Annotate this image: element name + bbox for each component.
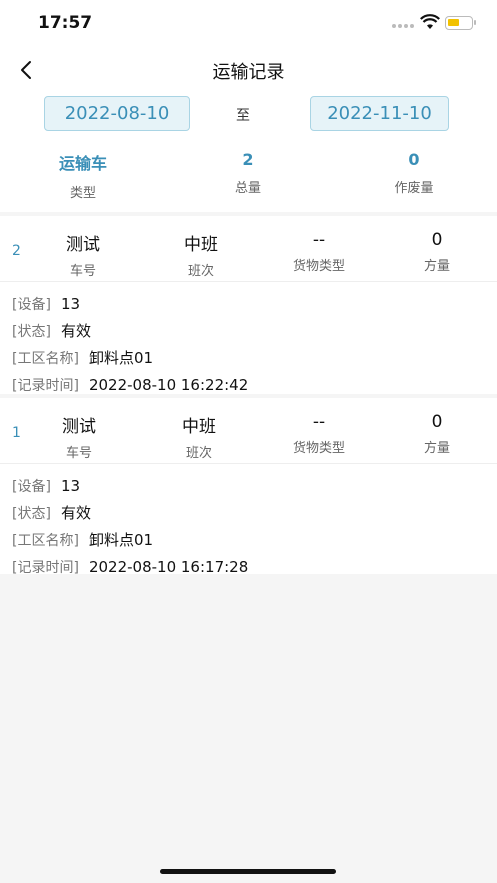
record-cargo-type-label: 货物类型 [292, 259, 345, 274]
detail-status: [状态] 有效 [12, 317, 497, 344]
wifi-icon [420, 14, 440, 29]
detail-record-time-label: [记录时间] [12, 559, 79, 576]
summary-total-value: 2 [242, 150, 254, 169]
detail-device: [设备] 13 [12, 290, 497, 317]
record-cargo-type-value: -- [312, 412, 326, 432]
record-shift-label: 班次 [185, 446, 212, 461]
record-shift-value: 中班 [184, 235, 218, 255]
detail-work-area-value: 卸料点01 [88, 531, 154, 549]
record-vehicle-label: 车号 [65, 446, 92, 461]
cellular-signal-icon [392, 24, 414, 28]
summary-void-label: 作废量 [394, 181, 434, 196]
summary-total: 2 总量 [188, 150, 308, 196]
record-card-details: [设备] 13 [状态] 有效 [工区名称] 卸料点01 [记录时间] 2022… [0, 464, 497, 576]
record-index: 1 [12, 425, 21, 441]
record-cargo-type: -- 货物类型 [264, 412, 374, 456]
detail-status-label: [状态] [12, 323, 51, 340]
summary-void-value: 0 [408, 150, 420, 169]
record-vehicle: 测试 车号 [28, 230, 138, 279]
detail-status-value: 有效 [60, 322, 91, 340]
date-range-separator: 至 [236, 108, 250, 124]
status-bar: 17:57 [0, 0, 497, 46]
record-vehicle-value: 测试 [62, 417, 96, 437]
record-vehicle-value: 测试 [66, 235, 100, 255]
detail-status-value: 有效 [60, 504, 91, 522]
detail-work-area-value: 卸料点01 [88, 349, 154, 367]
summary-type-label: 类型 [69, 186, 96, 201]
detail-record-time: [记录时间] 2022-08-10 16:22:42 [12, 371, 497, 398]
detail-status-label: [状态] [12, 505, 51, 522]
navigation-bar: 运输记录 [0, 46, 497, 94]
detail-work-area-label: [工区名称] [12, 350, 79, 367]
home-indicator[interactable] [160, 869, 336, 874]
record-cargo-type-label: 货物类型 [292, 441, 345, 456]
record-cargo-type-value: -- [312, 230, 326, 250]
summary-type: 运输车 类型 [23, 150, 143, 201]
summary-type-value: 运输车 [58, 154, 107, 173]
record-vehicle-label: 车号 [69, 264, 96, 279]
record-volume-label: 方量 [423, 441, 450, 456]
record-shift-value: 中班 [182, 417, 216, 437]
battery-icon [445, 16, 476, 30]
detail-device-label: [设备] [12, 296, 51, 313]
detail-device-label: [设备] [12, 478, 51, 495]
end-date-button[interactable]: 2022-11-10 [310, 96, 449, 131]
record-volume-label: 方量 [423, 259, 450, 274]
record-card[interactable]: 2 测试 车号 中班 班次 -- 货物类型 0 方量 [设备] 13 [状态] … [0, 216, 497, 394]
detail-record-time: [记录时间] 2022-08-10 16:17:28 [12, 553, 497, 580]
record-shift: 中班 班次 [146, 230, 256, 279]
record-card-header: 2 测试 车号 中班 班次 -- 货物类型 0 方量 [0, 216, 497, 282]
summary-total-label: 总量 [234, 181, 261, 196]
detail-device-value: 13 [60, 476, 81, 495]
detail-record-time-label: [记录时间] [12, 377, 79, 394]
summary-void: 0 作废量 [354, 150, 474, 196]
record-vehicle: 测试 车号 [24, 412, 134, 461]
record-shift: 中班 班次 [144, 412, 254, 461]
detail-record-time-value: 2022-08-10 16:17:28 [88, 557, 249, 576]
detail-device-value: 13 [60, 294, 81, 313]
detail-work-area: [工区名称] 卸料点01 [12, 526, 497, 553]
page-title: 运输记录 [212, 62, 285, 83]
detail-work-area-label: [工区名称] [12, 532, 79, 549]
record-card-details: [设备] 13 [状态] 有效 [工区名称] 卸料点01 [记录时间] 2022… [0, 282, 497, 394]
filter-panel: 2022-08-10 至 2022-11-10 运输车 类型 2 总量 0 作废… [0, 94, 497, 212]
start-date-button[interactable]: 2022-08-10 [44, 96, 190, 131]
record-volume-value: 0 [431, 412, 443, 432]
record-volume: 0 方量 [382, 230, 492, 274]
record-volume-value: 0 [431, 230, 443, 250]
detail-device: [设备] 13 [12, 472, 497, 499]
record-shift-label: 班次 [187, 264, 214, 279]
record-index: 2 [12, 243, 21, 259]
status-time: 17:57 [38, 13, 93, 33]
detail-status: [状态] 有效 [12, 499, 497, 526]
record-volume: 0 方量 [382, 412, 492, 456]
detail-work-area: [工区名称] 卸料点01 [12, 344, 497, 371]
record-card[interactable]: 1 测试 车号 中班 班次 -- 货物类型 0 方量 [设备] 13 [状态] … [0, 398, 497, 576]
record-cargo-type: -- 货物类型 [264, 230, 374, 274]
detail-record-time-value: 2022-08-10 16:22:42 [88, 375, 249, 394]
record-card-header: 1 测试 车号 中班 班次 -- 货物类型 0 方量 [0, 398, 497, 464]
